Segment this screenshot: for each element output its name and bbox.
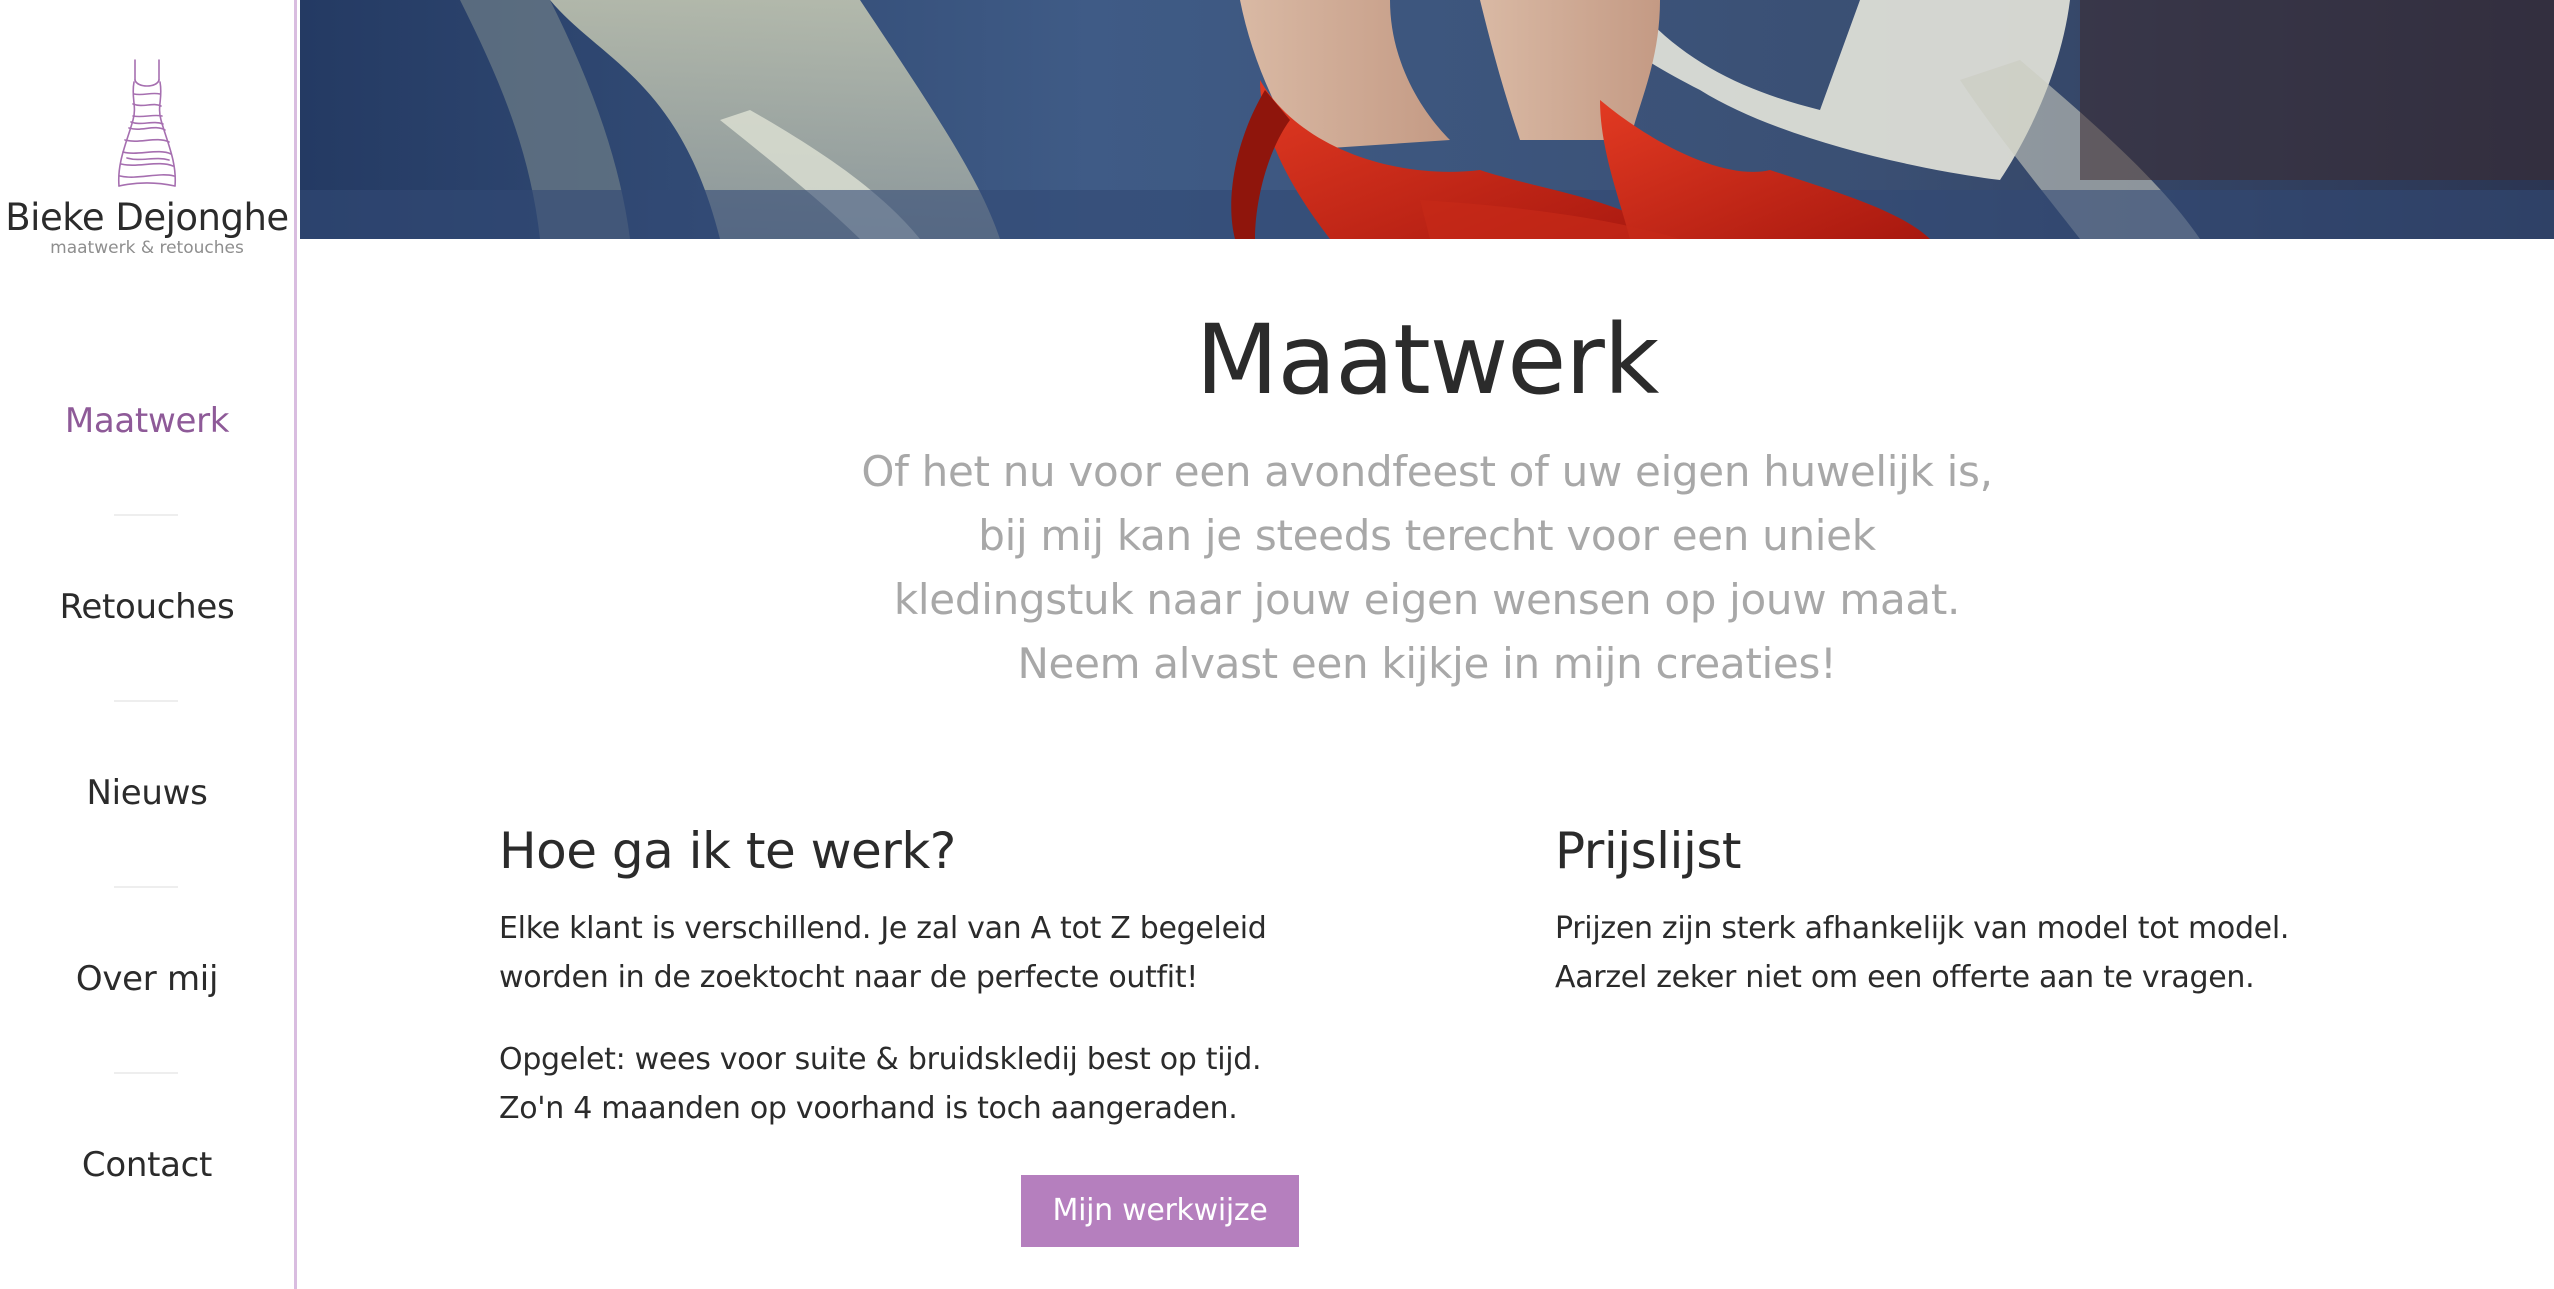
prijslijst-paragraph: Prijzen zijn sterk afhankelijk van model… <box>1555 911 2290 995</box>
werkwijze-paragraph-2: Opgelet: wees voor suite & bruidskledij … <box>499 1042 1262 1126</box>
nav-link-over-mij[interactable]: Over mij <box>0 938 294 999</box>
dress-icon <box>117 59 177 187</box>
prijslijst-heading: Prijslijst <box>1555 822 1742 880</box>
werkwijze-section: Hoe ga ik te werk? Elke klant is verschi… <box>499 818 1319 1166</box>
nav-divider <box>114 700 178 702</box>
mijn-werkwijze-button[interactable]: Mijn werkwijze <box>1021 1175 1299 1247</box>
site-logo[interactable]: Bieke Dejonghe maatwerk & retouches <box>0 58 294 258</box>
sidebar: Bieke Dejonghe maatwerk & retouches Maat… <box>0 0 297 1289</box>
nav-link-maatwerk[interactable]: Maatwerk <box>0 380 294 441</box>
page-intro: Of het nu voor een avondfeest of uw eige… <box>861 447 1993 688</box>
nav-item-maatwerk: Maatwerk <box>0 380 294 566</box>
nav-item-nieuws: Nieuws <box>0 752 294 938</box>
nav-divider <box>114 514 178 516</box>
nav-divider <box>114 1072 178 1074</box>
werkwijze-paragraph-1: Elke klant is verschillend. Je zal van A… <box>499 911 1267 995</box>
werkwijze-heading: Hoe ga ik te werk? <box>499 822 956 880</box>
prijslijst-section: Prijslijst Prijzen zijn sterk afhankelij… <box>1555 818 2375 1035</box>
nav-link-nieuws[interactable]: Nieuws <box>0 752 294 813</box>
nav-item-retouches: Retouches <box>0 566 294 752</box>
nav-link-contact[interactable]: Contact <box>0 1124 294 1185</box>
page-title: Maatwerk <box>1195 304 1660 416</box>
nav-item-over-mij: Over mij <box>0 938 294 1124</box>
nav-item-contact: Contact <box>0 1124 294 1289</box>
hero-banner-image <box>300 0 2554 239</box>
brand-tagline: maatwerk & retouches <box>50 238 244 258</box>
main-nav: Maatwerk Retouches Nieuws Over mij Conta… <box>0 380 294 1289</box>
nav-divider <box>114 886 178 888</box>
brand-name: Bieke Dejonghe <box>5 196 289 239</box>
nav-link-retouches[interactable]: Retouches <box>0 566 294 627</box>
